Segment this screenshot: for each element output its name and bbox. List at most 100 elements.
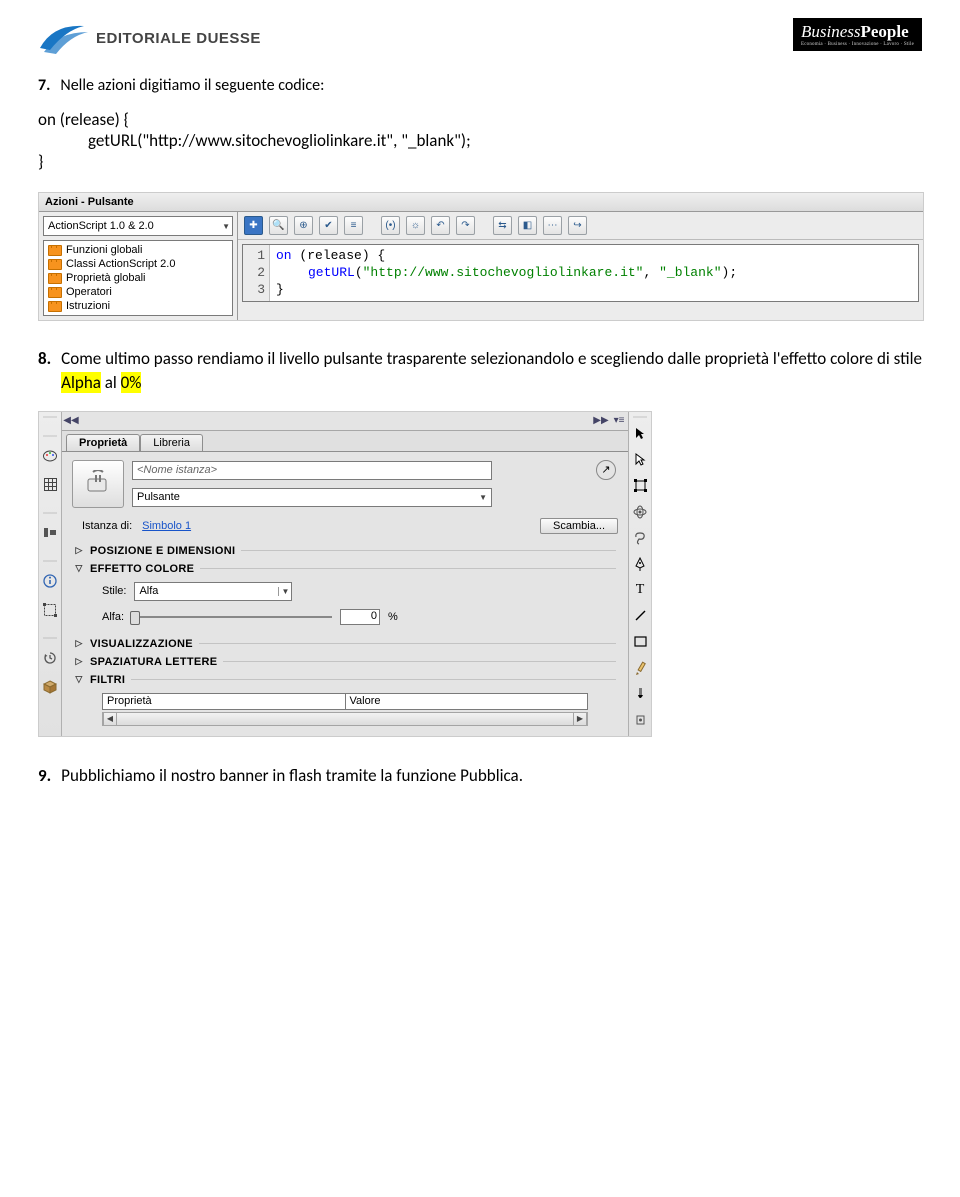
grip-icon	[43, 435, 57, 437]
book-icon	[48, 245, 62, 256]
item9-number: 9.	[38, 765, 51, 786]
add-statement-icon[interactable]: ✚	[244, 216, 263, 235]
actions-titlebar: Azioni - Pulsante	[39, 193, 923, 212]
book-icon	[48, 287, 62, 298]
arrow-tool-icon[interactable]	[630, 424, 650, 444]
align-icon[interactable]	[40, 523, 60, 543]
actions-panel-screenshot: Azioni - Pulsante ActionScript 1.0 & 2.0…	[38, 192, 924, 321]
alpha-label: Alfa:	[102, 611, 124, 623]
source: on (release) { getURL("http://www.sitoch…	[270, 245, 737, 301]
duesse-swoosh-icon	[38, 18, 90, 58]
instance-name-input[interactable]: <Nome istanza>	[132, 461, 492, 480]
target-icon[interactable]: ⊕	[294, 216, 313, 235]
grip-icon	[43, 416, 57, 418]
code-line-1: on (release) {	[38, 109, 922, 130]
tree-item: Funzioni globali	[44, 243, 232, 257]
options-icon[interactable]: ⋯	[543, 216, 562, 235]
list-item-9: 9. Pubblichiamo il nostro banner in flas…	[38, 765, 922, 786]
reference-icon[interactable]: ↪	[568, 216, 587, 235]
logo-editoriale-duesse: EDITORIALE DUESSE	[38, 18, 261, 58]
left-tool-strip	[39, 412, 62, 736]
logo-businesspeople: BusinessPeople Economia · Business · Inn…	[793, 18, 922, 51]
link-target-icon[interactable]: ↗	[596, 460, 616, 480]
instance-of-link[interactable]: Simbolo 1	[142, 520, 191, 532]
actions-toolbar: ✚ 🔍 ⊕ ✔ ≡ (•) ☼ ↶ ↷ ⇆ ◧ ⋯ ↪	[238, 212, 923, 240]
lasso-tool-icon[interactable]	[630, 528, 650, 548]
item7-text: Nelle azioni digitiamo il seguente codic…	[60, 76, 324, 95]
color-palette-icon[interactable]	[40, 446, 60, 466]
tree-item: Classi ActionScript 2.0	[44, 257, 232, 271]
tree-item: Operatori	[44, 285, 232, 299]
history-icon[interactable]	[40, 648, 60, 668]
properties-panel-screenshot: ◀◀ ▶▶ ▾≡ Proprietà Libreria ↗ <Nome ista…	[38, 411, 652, 737]
text-tool-icon[interactable]: T	[630, 580, 650, 600]
tab-scroll-right-icon[interactable]: ▶▶	[592, 412, 610, 430]
tab-library[interactable]: Libreria	[140, 434, 203, 451]
pin-icon[interactable]: ◧	[518, 216, 537, 235]
line-tool-icon[interactable]	[630, 606, 650, 626]
grip-icon	[633, 416, 647, 418]
code-snippet: on (release) { getURL("http://www.sitoch…	[38, 109, 922, 172]
item8-number: 8.	[38, 347, 51, 395]
item9-text: Pubblichiamo il nostro banner in flash t…	[61, 765, 523, 786]
book-icon	[48, 259, 62, 270]
auto-format-icon[interactable]: ≡	[344, 216, 363, 235]
code-line-3: }	[38, 151, 922, 172]
page-header: EDITORIALE DUESSE BusinessPeople Economi…	[38, 18, 922, 58]
list-item-8: 8. Come ultimo passo rendiamo il livello…	[38, 347, 922, 395]
code-line-2: getURL("http://www.sitochevogliolinkare.…	[88, 130, 922, 151]
style-dropdown[interactable]: Alfa▼	[134, 582, 292, 601]
item7-number: 7.	[38, 76, 50, 95]
symbol-type-dropdown[interactable]: Pulsante▼	[132, 488, 492, 507]
actionscript-version-dropdown[interactable]: ActionScript 1.0 & 2.0▼	[43, 216, 233, 236]
instance-of-label: Istanza di:	[82, 520, 132, 532]
alpha-value-input[interactable]: 0	[340, 609, 380, 625]
pencil-tool-icon[interactable]	[630, 658, 650, 678]
rectangle-tool-icon[interactable]	[630, 632, 650, 652]
cube-icon[interactable]	[40, 677, 60, 697]
grip-icon	[43, 637, 57, 639]
book-icon	[48, 273, 62, 284]
debug-icon[interactable]: ☼	[406, 216, 425, 235]
check-syntax-icon[interactable]: ✔	[319, 216, 338, 235]
info-icon[interactable]	[40, 571, 60, 591]
symbol-type-icon	[72, 460, 124, 508]
swap-button[interactable]: Scambia...	[540, 518, 618, 534]
grip-icon	[43, 512, 57, 514]
find-icon[interactable]: 🔍	[269, 216, 288, 235]
nav-back-icon[interactable]: ↶	[431, 216, 450, 235]
free-transform-icon[interactable]	[630, 476, 650, 496]
nav-fwd-icon[interactable]: ↷	[456, 216, 475, 235]
tab-properties[interactable]: Proprietà	[66, 434, 140, 451]
code-hint-icon[interactable]: (•)	[381, 216, 400, 235]
section-color-effect: EFFETTO COLORE	[72, 560, 618, 578]
alpha-unit: %	[388, 611, 398, 623]
col-value: Valore	[346, 693, 589, 710]
right-tool-strip: T	[628, 412, 651, 736]
pen-tool-icon[interactable]	[630, 554, 650, 574]
panel-menu-icon[interactable]: ▾≡	[610, 412, 628, 430]
tab-scroll-left-icon[interactable]: ◀◀	[62, 412, 80, 430]
gutter: 1 2 3	[243, 245, 270, 301]
brush-tool-icon[interactable]	[630, 684, 650, 704]
transform-icon[interactable]	[40, 600, 60, 620]
toggle-view-icon[interactable]: ⇆	[493, 216, 512, 235]
code-editor[interactable]: 1 2 3 on (release) { getURL("http://www.…	[242, 244, 919, 302]
actions-tree[interactable]: Funzioni globali Classi ActionScript 2.0…	[43, 240, 233, 316]
filters-scrollbar[interactable]: ◀▶	[102, 712, 588, 726]
3d-rotate-icon[interactable]	[630, 502, 650, 522]
subselect-tool-icon[interactable]	[630, 450, 650, 470]
style-label: Stile:	[102, 585, 126, 597]
tree-item: Istruzioni	[44, 299, 232, 313]
item8-text: Come ultimo passo rendiamo il livello pu…	[61, 347, 922, 395]
grid-icon[interactable]	[40, 475, 60, 495]
section-tracking: SPAZIATURA LETTERE	[72, 653, 618, 671]
section-filters: FILTRI	[72, 671, 618, 689]
filters-table-header: Proprietà Valore	[102, 693, 588, 710]
section-display: VISUALIZZAZIONE	[72, 635, 618, 653]
tree-item: Proprietà globali	[44, 271, 232, 285]
section-position: POSIZIONE E DIMENSIONI	[72, 542, 618, 560]
more-tools-icon[interactable]	[630, 710, 650, 730]
col-property: Proprietà	[102, 693, 346, 710]
alpha-slider[interactable]	[132, 616, 332, 618]
